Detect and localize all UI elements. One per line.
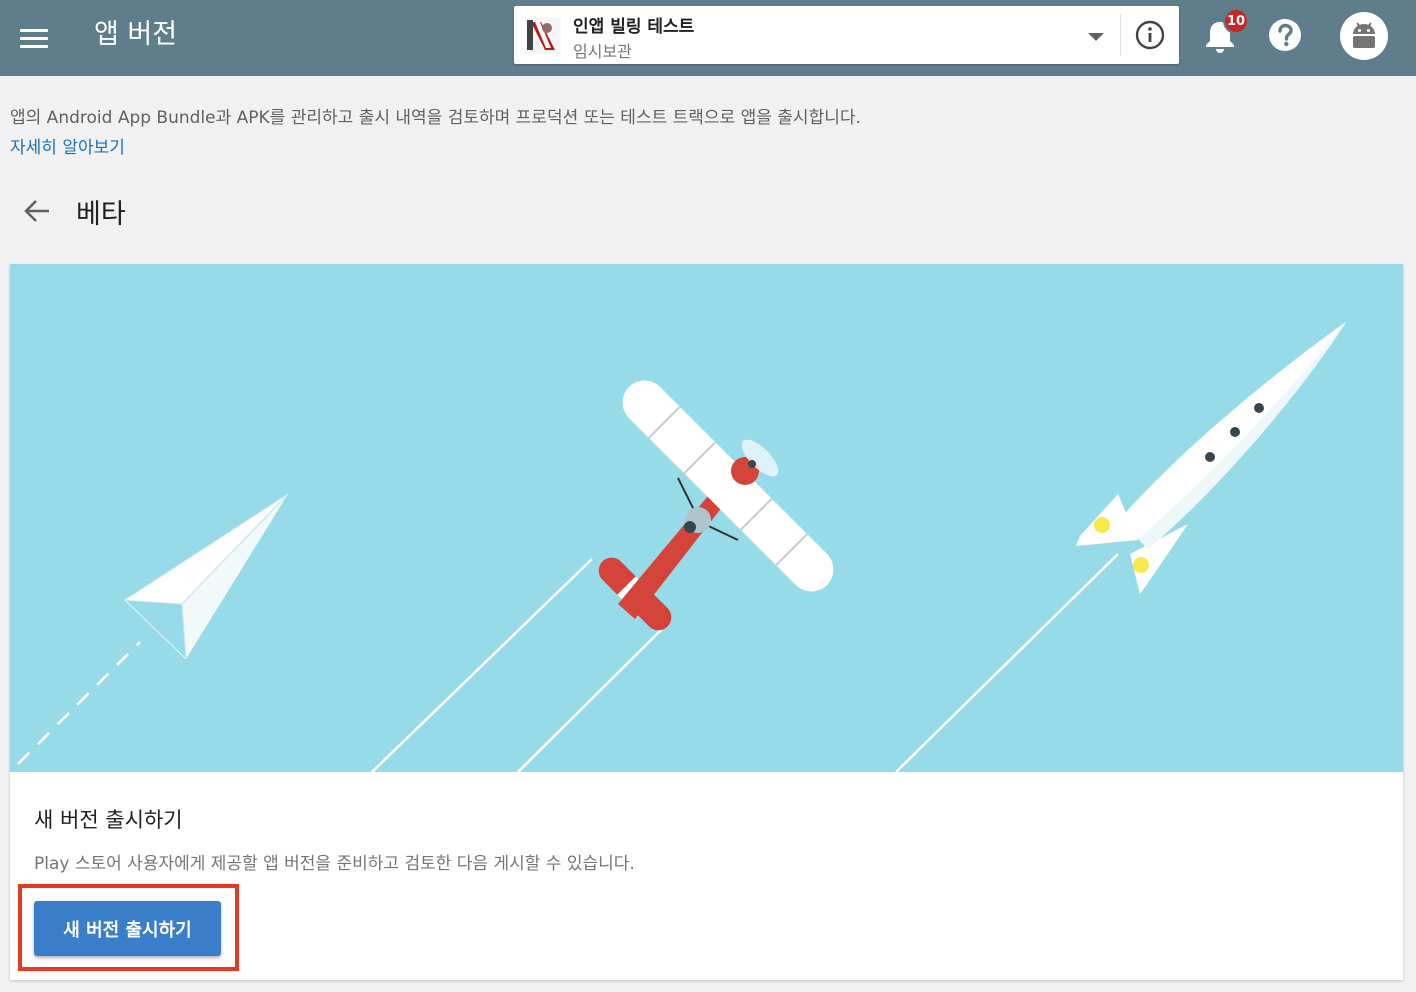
selector-divider	[1120, 14, 1121, 56]
app-selector[interactable]: 인앱 빌링 테스트 임시보관	[514, 6, 1179, 64]
card-description: Play 스토어 사용자에게 제공할 앱 버전을 준비하고 검토한 다음 게시할…	[34, 854, 635, 874]
hamburger-menu-icon[interactable]	[20, 20, 56, 56]
top-app-bar: 앱 버전 인앱 빌링 테스트 임시보관 10	[0, 0, 1416, 76]
release-card: 새 버전 출시하기 Play 스토어 사용자에게 제공할 앱 버전을 준비하고 …	[10, 264, 1403, 980]
page-description: 앱의 Android App Bundle과 APK를 관리하고 출시 내역을 …	[10, 108, 861, 128]
info-icon[interactable]	[1135, 20, 1165, 50]
create-release-button[interactable]: 새 버전 출시하기	[34, 901, 221, 956]
app-icon	[525, 18, 561, 54]
android-avatar-icon[interactable]	[1340, 12, 1388, 60]
notification-count-badge: 10	[1223, 8, 1249, 34]
page-title: 앱 버전	[94, 19, 178, 50]
arrow-back-icon[interactable]	[22, 196, 52, 226]
track-title: 베타	[76, 199, 126, 230]
help-icon[interactable]	[1268, 18, 1302, 52]
app-name: 인앱 빌링 테스트	[573, 17, 695, 37]
caret-down-icon[interactable]	[1088, 33, 1104, 41]
android-robot-icon	[1353, 22, 1375, 48]
learn-more-link[interactable]: 자세히 알아보기	[10, 133, 125, 158]
card-title: 새 버전 출시하기	[34, 808, 183, 832]
app-status: 임시보관	[573, 42, 632, 61]
hero-illustration	[10, 264, 1403, 772]
